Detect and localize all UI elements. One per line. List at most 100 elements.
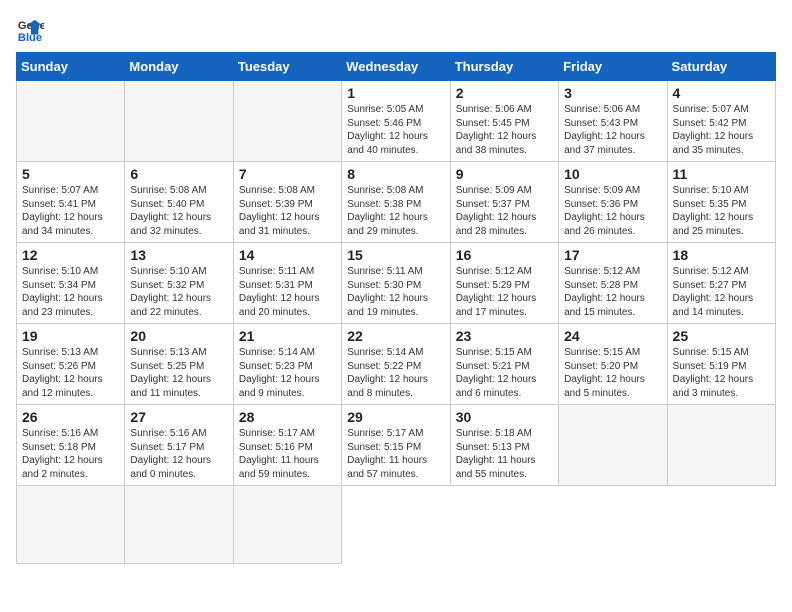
day-info: Sunrise: 5:12 AM Sunset: 5:29 PM Dayligh…: [456, 265, 553, 319]
day-info: Sunrise: 5:15 AM Sunset: 5:19 PM Dayligh…: [673, 346, 770, 400]
day-number: 25: [673, 328, 770, 344]
day-info: Sunrise: 5:06 AM Sunset: 5:45 PM Dayligh…: [456, 103, 553, 157]
calendar-cell: 13Sunrise: 5:10 AM Sunset: 5:32 PM Dayli…: [125, 243, 233, 324]
calendar-cell: 11Sunrise: 5:10 AM Sunset: 5:35 PM Dayli…: [667, 162, 775, 243]
day-number: 29: [347, 409, 444, 425]
day-number: 8: [347, 166, 444, 182]
calendar-cell: 1 Sunrise: 5:05 AM Sunset: 5:46 PM Daylig…: [342, 81, 450, 162]
day-info: Sunrise: 5:11 AM Sunset: 5:30 PM Dayligh…: [347, 265, 444, 319]
calendar-cell: 15 Sunrise: 5:11 AM Sunset: 5:30 PM Dayli…: [342, 243, 450, 324]
weekday-header-thursday: Thursday: [450, 53, 558, 81]
day-info: Sunrise: 5:09 AM Sunset: 5:37 PM Dayligh…: [456, 184, 553, 238]
day-info: Sunrise: 5:17 AM Sunset: 5:15 PM Dayligh…: [347, 427, 444, 481]
calendar-cell: 7 Sunrise: 5:08 AM Sunset: 5:39 PM Daylig…: [233, 162, 341, 243]
calendar-cell: 24 Sunrise: 5:15 AM Sunset: 5:20 PM Dayli…: [559, 324, 667, 405]
day-number: 19: [22, 328, 119, 344]
calendar-week-row: [17, 486, 776, 564]
calendar-cell: 30 Sunrise: 5:18 AM Sunset: 5:13 PM Dayli…: [450, 405, 558, 486]
calendar-cell: 26Sunrise: 5:16 AM Sunset: 5:18 PM Dayli…: [17, 405, 125, 486]
day-info: Sunrise: 5:05 AM Sunset: 5:46 PM Dayligh…: [347, 103, 444, 157]
calendar-cell: 3 Sunrise: 5:06 AM Sunset: 5:43 PM Daylig…: [559, 81, 667, 162]
day-info: Sunrise: 5:08 AM Sunset: 5:38 PM Dayligh…: [347, 184, 444, 238]
day-number: 21: [239, 328, 336, 344]
logo-icon: General Blue: [16, 16, 44, 44]
day-number: 12: [22, 247, 119, 263]
day-info: Sunrise: 5:15 AM Sunset: 5:21 PM Dayligh…: [456, 346, 553, 400]
day-number: 16: [456, 247, 553, 263]
weekday-header-saturday: Saturday: [667, 53, 775, 81]
day-info: Sunrise: 5:13 AM Sunset: 5:25 PM Dayligh…: [130, 346, 227, 400]
day-info: Sunrise: 5:11 AM Sunset: 5:31 PM Dayligh…: [239, 265, 336, 319]
weekday-header-tuesday: Tuesday: [233, 53, 341, 81]
day-info: Sunrise: 5:13 AM Sunset: 5:26 PM Dayligh…: [22, 346, 119, 400]
calendar-cell: [233, 486, 341, 564]
day-number: 3: [564, 85, 661, 101]
day-info: Sunrise: 5:08 AM Sunset: 5:40 PM Dayligh…: [130, 184, 227, 238]
day-number: 28: [239, 409, 336, 425]
day-number: 7: [239, 166, 336, 182]
day-info: Sunrise: 5:09 AM Sunset: 5:36 PM Dayligh…: [564, 184, 661, 238]
svg-text:Blue: Blue: [18, 32, 42, 44]
day-info: Sunrise: 5:12 AM Sunset: 5:27 PM Dayligh…: [673, 265, 770, 319]
calendar-cell: 8 Sunrise: 5:08 AM Sunset: 5:38 PM Daylig…: [342, 162, 450, 243]
calendar-cell: [559, 405, 667, 486]
calendar-week-row: 26Sunrise: 5:16 AM Sunset: 5:18 PM Dayli…: [17, 405, 776, 486]
day-number: 9: [456, 166, 553, 182]
day-info: Sunrise: 5:14 AM Sunset: 5:23 PM Dayligh…: [239, 346, 336, 400]
day-number: 13: [130, 247, 227, 263]
calendar-cell: [125, 486, 233, 564]
calendar-cell: 18 Sunrise: 5:12 AM Sunset: 5:27 PM Dayli…: [667, 243, 775, 324]
weekday-header-monday: Monday: [125, 53, 233, 81]
calendar-cell: 25 Sunrise: 5:15 AM Sunset: 5:19 PM Dayli…: [667, 324, 775, 405]
weekday-header-row: SundayMondayTuesdayWednesdayThursdayFrid…: [17, 53, 776, 81]
day-info: Sunrise: 5:08 AM Sunset: 5:39 PM Dayligh…: [239, 184, 336, 238]
calendar-cell: 17Sunrise: 5:12 AM Sunset: 5:28 PM Dayli…: [559, 243, 667, 324]
calendar-cell: 4 Sunrise: 5:07 AM Sunset: 5:42 PM Daylig…: [667, 81, 775, 162]
calendar-cell: 10Sunrise: 5:09 AM Sunset: 5:36 PM Dayli…: [559, 162, 667, 243]
day-number: 5: [22, 166, 119, 182]
day-info: Sunrise: 5:06 AM Sunset: 5:43 PM Dayligh…: [564, 103, 661, 157]
calendar-week-row: 5 Sunrise: 5:07 AM Sunset: 5:41 PM Daylig…: [17, 162, 776, 243]
day-number: 15: [347, 247, 444, 263]
calendar-cell: [233, 81, 341, 162]
calendar-cell: 16 Sunrise: 5:12 AM Sunset: 5:29 PM Dayli…: [450, 243, 558, 324]
calendar-cell: 6 Sunrise: 5:08 AM Sunset: 5:40 PM Daylig…: [125, 162, 233, 243]
calendar-week-row: 1 Sunrise: 5:05 AM Sunset: 5:46 PM Daylig…: [17, 81, 776, 162]
calendar-cell: 19 Sunrise: 5:13 AM Sunset: 5:26 PM Dayli…: [17, 324, 125, 405]
day-info: Sunrise: 5:18 AM Sunset: 5:13 PM Dayligh…: [456, 427, 553, 481]
calendar-body: 1 Sunrise: 5:05 AM Sunset: 5:46 PM Daylig…: [17, 81, 776, 564]
calendar-week-row: 19 Sunrise: 5:13 AM Sunset: 5:26 PM Dayli…: [17, 324, 776, 405]
day-info: Sunrise: 5:07 AM Sunset: 5:41 PM Dayligh…: [22, 184, 119, 238]
day-info: Sunrise: 5:16 AM Sunset: 5:18 PM Dayligh…: [22, 427, 119, 481]
day-info: Sunrise: 5:07 AM Sunset: 5:42 PM Dayligh…: [673, 103, 770, 157]
calendar-cell: 28 Sunrise: 5:17 AM Sunset: 5:16 PM Dayli…: [233, 405, 341, 486]
day-info: Sunrise: 5:17 AM Sunset: 5:16 PM Dayligh…: [239, 427, 336, 481]
weekday-header-sunday: Sunday: [17, 53, 125, 81]
calendar-cell: [125, 81, 233, 162]
day-info: Sunrise: 5:10 AM Sunset: 5:34 PM Dayligh…: [22, 265, 119, 319]
weekday-header-friday: Friday: [559, 53, 667, 81]
calendar-cell: 27 Sunrise: 5:16 AM Sunset: 5:17 PM Dayli…: [125, 405, 233, 486]
calendar-cell: 22Sunrise: 5:14 AM Sunset: 5:22 PM Dayli…: [342, 324, 450, 405]
logo: General Blue: [16, 16, 48, 44]
calendar-cell: [667, 405, 775, 486]
day-info: Sunrise: 5:14 AM Sunset: 5:22 PM Dayligh…: [347, 346, 444, 400]
day-info: Sunrise: 5:16 AM Sunset: 5:17 PM Dayligh…: [130, 427, 227, 481]
day-number: 30: [456, 409, 553, 425]
calendar-week-row: 12 Sunrise: 5:10 AM Sunset: 5:34 PM Dayli…: [17, 243, 776, 324]
day-number: 23: [456, 328, 553, 344]
day-number: 27: [130, 409, 227, 425]
calendar-cell: [17, 81, 125, 162]
weekday-header-wednesday: Wednesday: [342, 53, 450, 81]
calendar-cell: 23 Sunrise: 5:15 AM Sunset: 5:21 PM Dayli…: [450, 324, 558, 405]
calendar-cell: 2Sunrise: 5:06 AM Sunset: 5:45 PM Daylig…: [450, 81, 558, 162]
calendar-cell: 5 Sunrise: 5:07 AM Sunset: 5:41 PM Daylig…: [17, 162, 125, 243]
day-number: 24: [564, 328, 661, 344]
day-number: 6: [130, 166, 227, 182]
calendar-cell: [17, 486, 125, 564]
day-number: 1: [347, 85, 444, 101]
day-info: Sunrise: 5:15 AM Sunset: 5:20 PM Dayligh…: [564, 346, 661, 400]
page-header: General Blue: [16, 16, 776, 44]
day-number: 18: [673, 247, 770, 263]
day-number: 4: [673, 85, 770, 101]
